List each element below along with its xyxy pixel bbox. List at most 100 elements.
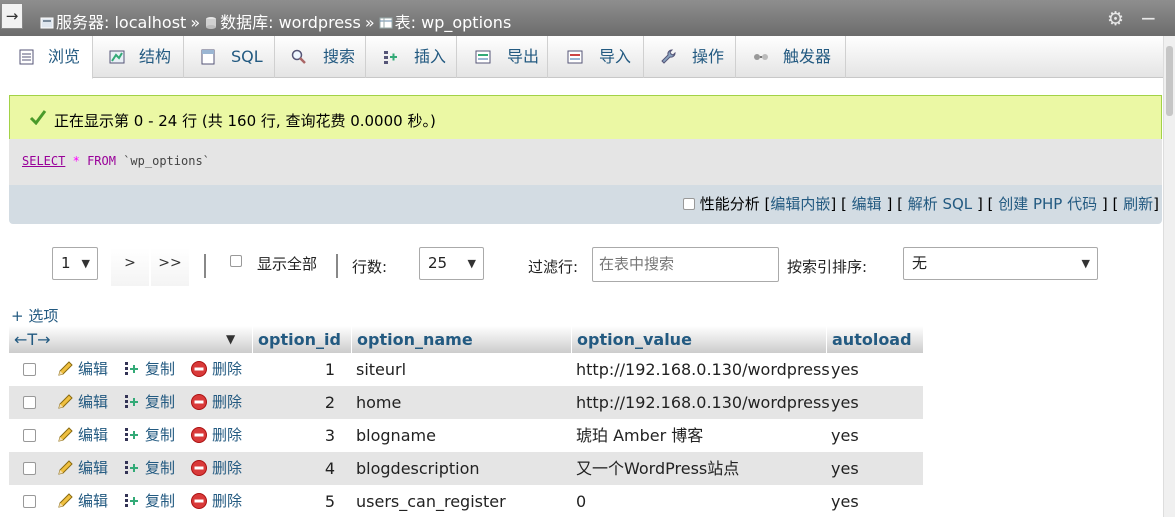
table-row: 编辑 复制 删除 3 blogname 琥珀 Amber 博客 yes — [9, 419, 923, 452]
cell-option-id[interactable]: 4 — [252, 452, 335, 485]
vertical-scrollbar[interactable] — [1163, 36, 1175, 517]
copy-label: 复制 — [145, 492, 176, 510]
tab-label: 结构 — [139, 47, 172, 66]
row-checkbox[interactable] — [23, 462, 36, 475]
edit-row-button[interactable]: 编辑 — [56, 419, 108, 452]
cell-autoload[interactable]: yes — [831, 353, 859, 386]
row-checkbox[interactable] — [23, 363, 36, 376]
row-checkbox[interactable] — [23, 429, 36, 442]
copy-row-button[interactable]: 复制 — [123, 386, 175, 419]
search-icon — [291, 49, 306, 64]
options-toggle-link[interactable]: + 选项 — [11, 305, 58, 326]
create-php-code-link[interactable]: 创建 PHP 代码 — [998, 195, 1097, 213]
divider — [336, 254, 338, 278]
row-checkbox[interactable] — [23, 396, 36, 409]
explain-sql-link[interactable]: 解析 SQL — [908, 195, 972, 213]
cell-autoload[interactable]: yes — [831, 452, 859, 485]
profiling-checkbox[interactable] — [682, 198, 695, 210]
edit-row-button[interactable]: 编辑 — [56, 353, 108, 386]
cell-option-value[interactable]: 0 — [576, 485, 586, 517]
tab-label: 浏览 — [48, 47, 81, 66]
cell-option-id[interactable]: 3 — [252, 419, 335, 452]
top-breadcrumb-bar: → 服务器: localhost» 数据库: wordpress» 表: wp_op… — [0, 0, 1175, 36]
chevron-down-icon: ▼ — [81, 257, 90, 270]
show-all-checkbox[interactable] — [230, 255, 242, 267]
next-page-button[interactable]: > — [111, 248, 149, 286]
cell-option-value[interactable]: http://192.168.0.130/wordpress — [576, 353, 830, 386]
cell-option-name[interactable]: home — [356, 386, 401, 419]
cell-autoload[interactable]: yes — [831, 419, 859, 452]
breadcrumb-server[interactable]: 服务器: localhost — [56, 13, 186, 32]
header-option-value[interactable]: option_value — [571, 326, 826, 353]
copy-row-button[interactable]: 复制 — [123, 452, 175, 485]
cell-option-id[interactable]: 1 — [252, 353, 335, 386]
tab-export[interactable]: 导出 — [457, 36, 548, 78]
divider — [204, 254, 206, 278]
tab-label: 搜索 — [323, 47, 356, 66]
cell-option-name[interactable]: siteurl — [356, 353, 406, 386]
cell-option-value[interactable]: 又一个WordPress站点 — [576, 452, 739, 485]
collapse-navigation-button[interactable]: → — [1, 3, 23, 29]
structure-icon — [109, 50, 125, 64]
copy-icon — [125, 395, 138, 408]
last-page-button[interactable]: >> — [151, 248, 189, 286]
scrollbar-thumb[interactable] — [1166, 46, 1173, 116]
filter-rows-input[interactable]: 在表中搜索 — [592, 247, 779, 282]
header-autoload[interactable]: autoload — [826, 326, 923, 353]
tab-triggers[interactable]: 触发器 — [736, 36, 846, 78]
copy-row-button[interactable]: 复制 — [123, 419, 175, 452]
tab-structure[interactable]: 结构 — [93, 36, 184, 78]
minimize-icon[interactable]: − — [1140, 8, 1160, 28]
delete-row-button[interactable]: 删除 — [190, 485, 242, 517]
chevron-down-icon[interactable]: ▼ — [226, 326, 235, 353]
cell-option-value[interactable]: 琥珀 Amber 博客 — [576, 419, 703, 452]
table-header: ←T→ ▼ option_id option_name option_value… — [9, 326, 923, 353]
chevron-down-icon: ▼ — [1081, 257, 1090, 270]
delete-row-button[interactable]: 删除 — [190, 386, 242, 419]
breadcrumb-database[interactable]: 数据库: wordpress — [220, 13, 361, 32]
tab-operations[interactable]: 操作 — [644, 36, 736, 78]
sort-by-index-select[interactable]: 无 ▼ — [903, 247, 1098, 280]
refresh-link[interactable]: 刷新 — [1123, 195, 1153, 213]
tab-import[interactable]: 导入 — [548, 36, 644, 78]
row-checkbox[interactable] — [23, 495, 36, 508]
breadcrumb-table[interactable]: 表: wp_options — [395, 13, 512, 32]
pencil-icon — [58, 361, 73, 376]
column-arrows-header[interactable]: ←T→ ▼ — [9, 326, 252, 353]
rows-per-page-select[interactable]: 25 ▼ — [419, 247, 484, 280]
tab-search[interactable]: 搜索 — [275, 36, 366, 78]
delete-row-button[interactable]: 删除 — [190, 419, 242, 452]
edit-inline-link[interactable]: 编辑内嵌 — [770, 195, 830, 213]
query-actions-bar: 性能分析 [编辑内嵌] [ 编辑 ] [ 解析 SQL ] [ 创建 PHP 代… — [9, 185, 1162, 224]
pencil-icon — [58, 460, 73, 475]
cell-option-value[interactable]: http://192.168.0.130/wordpress — [576, 386, 830, 419]
tab-browse[interactable]: 浏览 — [0, 36, 93, 79]
delete-row-button[interactable]: 删除 — [190, 452, 242, 485]
filter-label: 过滤行: — [528, 258, 579, 276]
cell-option-id[interactable]: 5 — [252, 485, 335, 517]
cell-option-name[interactable]: blogdescription — [356, 452, 480, 485]
cell-option-name[interactable]: blogname — [356, 419, 436, 452]
delete-row-button[interactable]: 删除 — [190, 353, 242, 386]
page-select[interactable]: 1 ▼ — [52, 247, 98, 280]
sql-keyword-select[interactable]: SELECT — [22, 154, 65, 168]
sql-icon — [201, 49, 215, 65]
table-row: 编辑 复制 删除 5 users_can_register 0 yes — [9, 485, 923, 517]
cell-option-name[interactable]: users_can_register — [356, 485, 506, 517]
edit-row-button[interactable]: 编辑 — [56, 386, 108, 419]
cell-option-id[interactable]: 2 — [252, 386, 335, 419]
copy-row-button[interactable]: 复制 — [123, 485, 175, 517]
header-option-name[interactable]: option_name — [351, 326, 571, 353]
edit-row-button[interactable]: 编辑 — [56, 485, 108, 517]
edit-row-button[interactable]: 编辑 — [56, 452, 108, 485]
header-option-id[interactable]: option_id — [252, 326, 351, 353]
delete-icon — [191, 394, 207, 410]
settings-gear-icon[interactable]: ⚙ — [1107, 9, 1127, 29]
tab-sql[interactable]: SQL — [184, 36, 275, 78]
edit-link[interactable]: 编辑 — [852, 195, 882, 213]
cell-autoload[interactable]: yes — [831, 386, 859, 419]
copy-row-button[interactable]: 复制 — [123, 353, 175, 386]
sql-query-box: SELECT * FROM `wp_options` — [9, 139, 1162, 185]
cell-autoload[interactable]: yes — [831, 485, 859, 517]
tab-insert[interactable]: 插入 — [366, 36, 457, 78]
